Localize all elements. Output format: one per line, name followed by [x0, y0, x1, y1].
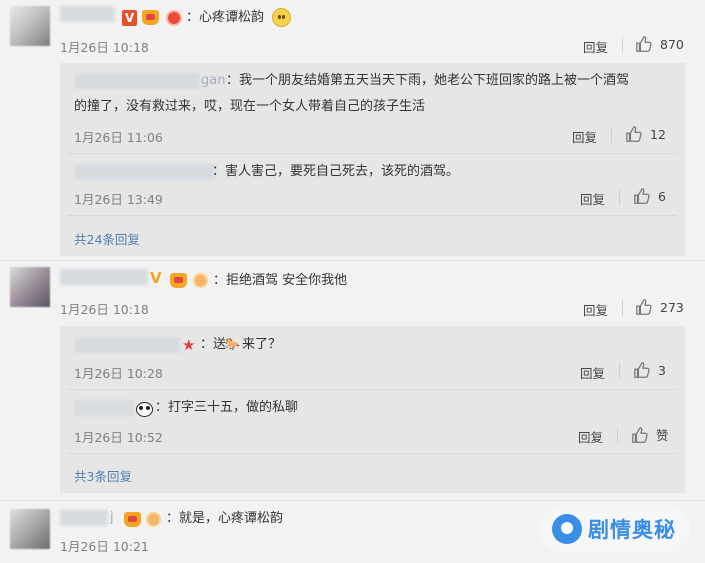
comment-item: V ：心疼谭松韵 1月26日 10:18 回复 870 gan ：我一个朋友结婚…: [0, 0, 705, 260]
avatar[interactable]: [10, 509, 50, 549]
reply-button[interactable]: 回复: [578, 427, 603, 446]
like-button[interactable]: 赞: [631, 425, 669, 444]
reply-text: ：送: [200, 337, 227, 352]
thumbs-up-icon: [632, 426, 648, 443]
username-blurred[interactable]: [60, 269, 148, 285]
thumbs-up-icon: [634, 188, 650, 204]
thumbs-up-icon: [636, 299, 652, 315]
reply-time: 1月26日 10:52: [74, 430, 163, 445]
like-button[interactable]: 12: [625, 125, 666, 143]
sub-replies-box: ★ ：送 🐎 来了？ 1月26日 10:28 回复 3 ：打字三十五，做的私聊 …: [60, 326, 685, 493]
reply-text: 来了？: [242, 337, 282, 352]
username-blurred[interactable]: [75, 400, 133, 416]
verified-gold-icon: V: [150, 269, 162, 287]
like-count: 12: [650, 126, 666, 142]
thumbs-up-icon: [636, 36, 652, 52]
divider: [0, 500, 705, 501]
reply-time: 1月26日 11:06: [74, 130, 163, 145]
username-blurred[interactable]: [75, 337, 180, 353]
pleading-emoji-icon: [272, 8, 291, 27]
view-more-replies-link[interactable]: 共24条回复: [74, 229, 140, 248]
like-button[interactable]: 6: [633, 187, 666, 205]
fan-badge-icon: [193, 273, 208, 288]
like-count: 273: [660, 299, 684, 315]
comment-text: ：拒绝酒驾 安全你我他: [213, 273, 348, 288]
like-count: 6: [658, 188, 666, 204]
thumbs-up-icon: [634, 362, 650, 378]
reply-time: 1月26日 13:49: [74, 192, 163, 207]
sub-replies-box: gan ：我一个朋友结婚第五天当天下雨，她老公下班回家的路上被一个酒驾 的撞了，…: [60, 63, 685, 256]
username-blurred[interactable]: [75, 73, 200, 89]
reply-button[interactable]: 回复: [572, 127, 597, 146]
comment-time: 1月26日 10:21: [60, 539, 149, 554]
username-blurred[interactable]: [60, 6, 115, 22]
comment-text: ：就是，心疼谭松韵: [166, 511, 284, 526]
divider: [68, 389, 677, 390]
view-more-replies-link[interactable]: 共3条回复: [74, 466, 132, 485]
watermark-logo-icon: [552, 514, 582, 544]
divider: [622, 300, 623, 316]
horse-emoji-icon: 🐎: [225, 337, 240, 351]
divider: [619, 189, 620, 205]
divider: [68, 453, 677, 454]
vip-crown-icon: [142, 10, 159, 25]
reply-button[interactable]: 回复: [580, 363, 605, 382]
divider: [68, 153, 677, 154]
divider: [0, 260, 705, 261]
divider: [622, 37, 623, 53]
comment-time: 1月26日 10:18: [60, 302, 149, 317]
thumbs-up-icon: [626, 126, 642, 142]
avatar[interactable]: [10, 267, 50, 307]
panda-emoji-icon: [136, 402, 153, 417]
like-count: 3: [658, 362, 666, 378]
reply-button[interactable]: 回复: [580, 189, 605, 208]
like-button[interactable]: 870: [635, 35, 684, 53]
like-count: 870: [660, 36, 684, 52]
reply-time: 1月26日 10:28: [74, 366, 163, 381]
reply-button[interactable]: 回复: [583, 300, 608, 319]
divider: [619, 363, 620, 379]
star-badge-icon: ★: [182, 336, 196, 354]
comment-text: ：心疼谭松韵: [186, 10, 265, 25]
comment-time: 1月26日 10:18: [60, 40, 149, 55]
username-suffix[interactable]: j: [110, 508, 114, 528]
reply-text: ：害人害己，要死自己死去，该死的酒驾。: [212, 164, 460, 179]
reply-button[interactable]: 回复: [583, 37, 608, 56]
like-button[interactable]: 273: [635, 298, 684, 316]
avatar[interactable]: [10, 6, 50, 46]
verified-icon: V: [122, 10, 137, 26]
fan-badge-icon: [166, 10, 182, 26]
reply-username-suffix[interactable]: gan: [201, 71, 225, 91]
like-count: 赞: [656, 428, 669, 443]
username-blurred[interactable]: [75, 164, 215, 180]
fan-badge-icon: [146, 512, 161, 527]
reply-text-line-2: 的撞了，没有救过来，哎，现在一个女人带着自己的孩子生活: [74, 99, 426, 114]
vip-crown-icon: [170, 273, 187, 288]
like-button[interactable]: 3: [633, 361, 666, 379]
divider: [68, 215, 677, 216]
divider: [617, 427, 618, 443]
username-blurred[interactable]: [60, 510, 108, 526]
reply-text: ：打字三十五，做的私聊: [155, 400, 299, 415]
comment-item: V ：拒绝酒驾 安全你我他 1月26日 10:18 回复 273 ★ ：送 🐎 …: [0, 262, 705, 500]
vip-crown-icon: [124, 512, 141, 527]
watermark-text: 剧情奥秘: [588, 518, 676, 542]
reply-text-line-1: ：我一个朋友结婚第五天当天下雨，她老公下班回家的路上被一个酒驾: [226, 73, 630, 88]
divider: [611, 127, 612, 143]
watermark: 剧情奥秘: [540, 505, 690, 553]
